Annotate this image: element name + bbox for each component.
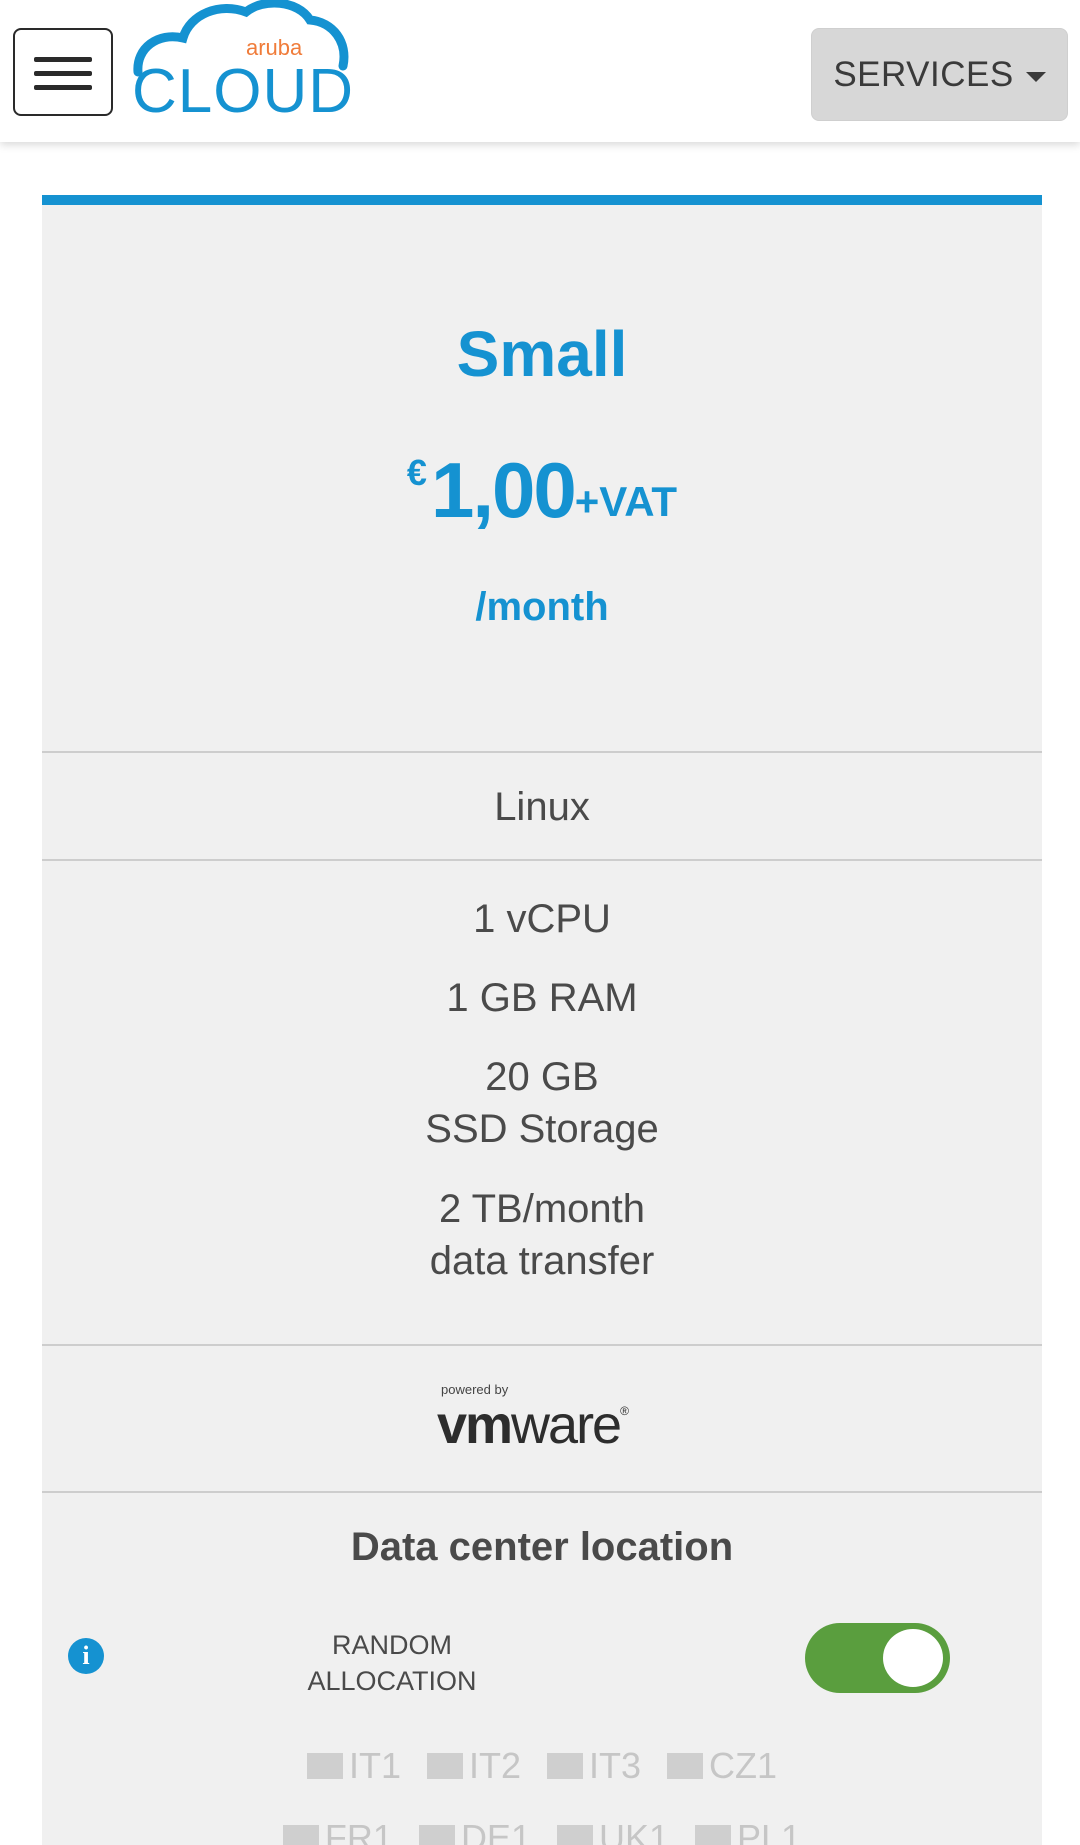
- spec-storage: 20 GB SSD Storage: [42, 1051, 1042, 1155]
- flag-icon: [282, 1825, 319, 1845]
- datacenter-option[interactable]: PL1: [695, 1817, 801, 1845]
- plan-name: Small: [456, 318, 628, 390]
- spec-storage-size: 20 GB: [485, 1055, 599, 1099]
- services-label: SERVICES: [833, 54, 1014, 94]
- flag-icon: [667, 1753, 704, 1779]
- top-navbar: aruba CLOUD SERVICES: [0, 0, 1080, 142]
- random-allocation-label: RANDOM ALLOCATION: [292, 1627, 492, 1699]
- caret-down-icon: [1025, 71, 1046, 82]
- datacenter-title: Data center location: [350, 1525, 734, 1569]
- price: € 1,00 +VAT: [42, 450, 1042, 530]
- flag-icon: [418, 1825, 455, 1845]
- flag-icon: [426, 1753, 463, 1779]
- spec-transfer-amount: 2 TB/month: [438, 1187, 646, 1231]
- random-allocation-line1: RANDOM: [332, 1630, 452, 1660]
- datacenter-option[interactable]: DE1: [418, 1817, 531, 1845]
- datacenter-option[interactable]: CZ1: [667, 1745, 777, 1787]
- vmware-logo: powered by vmware®: [437, 1382, 657, 1455]
- spec-storage-type: SSD Storage: [425, 1107, 659, 1151]
- datacenter-option[interactable]: UK1: [556, 1817, 669, 1845]
- divider: [42, 1491, 1042, 1493]
- flag-icon: [306, 1753, 343, 1779]
- vmware-wordmark: vmware®: [437, 1395, 629, 1455]
- svg-text:CLOUD: CLOUD: [132, 57, 354, 125]
- aruba-cloud-logo[interactable]: aruba CLOUD: [128, 0, 378, 125]
- datacenter-row-1: IT1 IT2 IT3 CZ1: [42, 1745, 1042, 1787]
- billing-period: /month: [475, 585, 609, 629]
- divider: [42, 859, 1042, 861]
- datacenter-option[interactable]: IT3: [547, 1745, 641, 1787]
- hamburger-line: [34, 71, 92, 76]
- hamburger-line: [34, 57, 92, 62]
- spec-transfer-label: data transfer: [429, 1239, 655, 1283]
- datacenter-option[interactable]: IT2: [426, 1745, 521, 1787]
- datacenter-option[interactable]: FR1: [282, 1817, 393, 1845]
- spec-cpu: 1 vCPU: [473, 897, 611, 941]
- spec-transfer: 2 TB/month data transfer: [42, 1183, 1042, 1287]
- datacenter-row-2: FR1 DE1 UK1 PL1: [42, 1817, 1042, 1845]
- toggle-knob: [883, 1629, 943, 1687]
- datacenter-option[interactable]: IT1: [306, 1745, 401, 1787]
- divider: [42, 751, 1042, 753]
- flag-icon: [547, 1753, 583, 1779]
- vat-label: +VAT: [574, 478, 678, 525]
- random-allocation-line2: ALLOCATION: [307, 1666, 477, 1696]
- pricing-card: Small € 1,00 +VAT /month Linux 1 vCPU 1 …: [42, 195, 1042, 1845]
- menu-toggle-button[interactable]: [13, 28, 113, 116]
- info-icon[interactable]: i: [68, 1638, 104, 1674]
- price-amount: 1,00: [430, 446, 577, 534]
- random-allocation-toggle[interactable]: [805, 1623, 950, 1693]
- services-dropdown-button[interactable]: SERVICES: [811, 28, 1068, 121]
- operating-system: Linux: [494, 785, 590, 829]
- hamburger-line: [34, 85, 92, 90]
- flag-icon: [695, 1825, 731, 1845]
- spec-ram: 1 GB RAM: [446, 976, 638, 1020]
- divider: [42, 1344, 1042, 1346]
- flag-icon: [556, 1825, 593, 1845]
- currency-symbol: €: [406, 452, 427, 493]
